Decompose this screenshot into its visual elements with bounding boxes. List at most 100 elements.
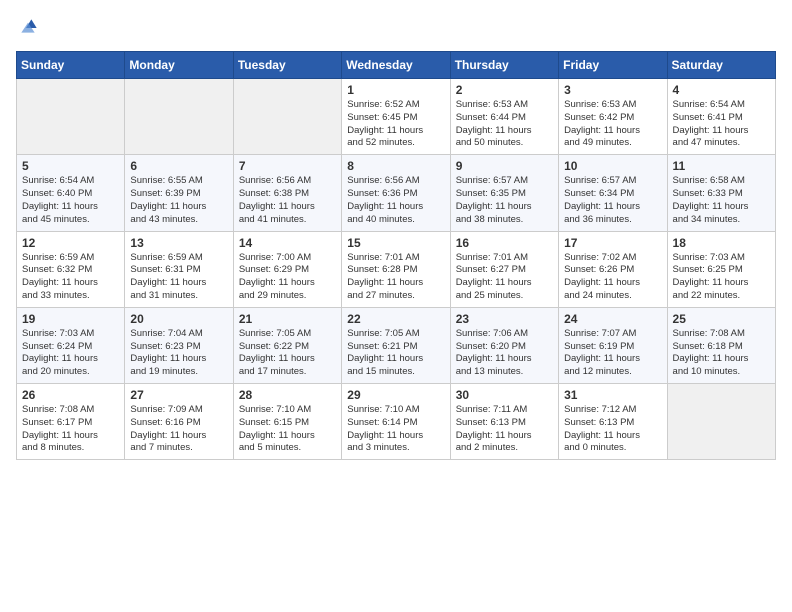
calendar-week-row: 12 Sunrise: 6:59 AM Sunset: 6:32 PM Dayli… xyxy=(17,231,776,307)
calendar-week-row: 19 Sunrise: 7:03 AM Sunset: 6:24 PM Dayli… xyxy=(17,307,776,383)
day-info: Sunrise: 7:03 AM Sunset: 6:24 PM Dayligh… xyxy=(22,328,119,379)
calendar-cell: 28 Sunrise: 7:10 AM Sunset: 6:15 PM Dayli… xyxy=(233,384,341,460)
calendar-cell: 31 Sunrise: 7:12 AM Sunset: 6:13 PM Dayli… xyxy=(559,384,667,460)
day-number: 20 xyxy=(130,312,227,326)
calendar-cell: 21Sunrise: 7:05 AM Sunset: 6:22 PM Dayli… xyxy=(233,307,341,383)
day-number: 3 xyxy=(564,83,661,97)
calendar-day-header: Thursday xyxy=(450,52,558,79)
calendar-cell xyxy=(17,79,125,155)
calendar-cell: 24Sunrise: 7:07 AM Sunset: 6:19 PM Dayli… xyxy=(559,307,667,383)
day-number: 26 xyxy=(22,388,119,402)
day-info: Sunrise: 6:57 AM Sunset: 6:35 PM Dayligh… xyxy=(456,175,553,226)
day-number: 1 xyxy=(347,83,444,97)
day-number: 21 xyxy=(239,312,336,326)
day-info: Sunrise: 6:56 AM Sunset: 6:38 PM Dayligh… xyxy=(239,175,336,226)
calendar-cell: 14 Sunrise: 7:00 AM Sunset: 6:29 PM Dayli… xyxy=(233,231,341,307)
calendar-cell: 9 Sunrise: 6:57 AM Sunset: 6:35 PM Daylig… xyxy=(450,155,558,231)
day-number: 18 xyxy=(673,236,770,250)
calendar-week-row: 5 Sunrise: 6:54 AM Sunset: 6:40 PM Daylig… xyxy=(17,155,776,231)
day-info: Sunrise: 7:03 AM Sunset: 6:25 PM Dayligh… xyxy=(673,252,770,303)
day-number: 29 xyxy=(347,388,444,402)
calendar-cell: 3Sunrise: 6:53 AM Sunset: 6:42 PM Daylig… xyxy=(559,79,667,155)
calendar-cell: 5 Sunrise: 6:54 AM Sunset: 6:40 PM Daylig… xyxy=(17,155,125,231)
calendar-cell: 22 Sunrise: 7:05 AM Sunset: 6:21 PM Dayli… xyxy=(342,307,450,383)
calendar-cell: 26 Sunrise: 7:08 AM Sunset: 6:17 PM Dayli… xyxy=(17,384,125,460)
calendar-cell: 10 Sunrise: 6:57 AM Sunset: 6:34 PM Dayli… xyxy=(559,155,667,231)
calendar-cell xyxy=(125,79,233,155)
logo xyxy=(16,16,38,41)
calendar-cell: 17Sunrise: 7:02 AM Sunset: 6:26 PM Dayli… xyxy=(559,231,667,307)
logo-icon xyxy=(18,16,38,36)
page-header xyxy=(16,16,776,41)
day-info: Sunrise: 6:52 AM Sunset: 6:45 PM Dayligh… xyxy=(347,99,444,150)
calendar-week-row: 26 Sunrise: 7:08 AM Sunset: 6:17 PM Dayli… xyxy=(17,384,776,460)
calendar-cell: 2 Sunrise: 6:53 AM Sunset: 6:44 PM Daylig… xyxy=(450,79,558,155)
day-info: Sunrise: 7:09 AM Sunset: 6:16 PM Dayligh… xyxy=(130,404,227,455)
day-number: 14 xyxy=(239,236,336,250)
day-info: Sunrise: 6:55 AM Sunset: 6:39 PM Dayligh… xyxy=(130,175,227,226)
calendar-cell: 25Sunrise: 7:08 AM Sunset: 6:18 PM Dayli… xyxy=(667,307,775,383)
calendar-cell: 8 Sunrise: 6:56 AM Sunset: 6:36 PM Daylig… xyxy=(342,155,450,231)
day-number: 9 xyxy=(456,159,553,173)
day-info: Sunrise: 7:12 AM Sunset: 6:13 PM Dayligh… xyxy=(564,404,661,455)
day-info: Sunrise: 7:11 AM Sunset: 6:13 PM Dayligh… xyxy=(456,404,553,455)
calendar-cell: 1 Sunrise: 6:52 AM Sunset: 6:45 PM Daylig… xyxy=(342,79,450,155)
day-number: 27 xyxy=(130,388,227,402)
calendar-day-header: Friday xyxy=(559,52,667,79)
calendar-cell xyxy=(233,79,341,155)
day-info: Sunrise: 7:05 AM Sunset: 6:21 PM Dayligh… xyxy=(347,328,444,379)
day-number: 30 xyxy=(456,388,553,402)
calendar-table: SundayMondayTuesdayWednesdayThursdayFrid… xyxy=(16,51,776,460)
day-number: 8 xyxy=(347,159,444,173)
calendar-cell: 20 Sunrise: 7:04 AM Sunset: 6:23 PM Dayli… xyxy=(125,307,233,383)
day-number: 22 xyxy=(347,312,444,326)
calendar-day-header: Tuesday xyxy=(233,52,341,79)
day-number: 6 xyxy=(130,159,227,173)
day-number: 17 xyxy=(564,236,661,250)
day-info: Sunrise: 7:00 AM Sunset: 6:29 PM Dayligh… xyxy=(239,252,336,303)
calendar-cell: 29 Sunrise: 7:10 AM Sunset: 6:14 PM Dayli… xyxy=(342,384,450,460)
day-number: 19 xyxy=(22,312,119,326)
calendar-cell: 23 Sunrise: 7:06 AM Sunset: 6:20 PM Dayli… xyxy=(450,307,558,383)
calendar-cell: 11Sunrise: 6:58 AM Sunset: 6:33 PM Dayli… xyxy=(667,155,775,231)
day-info: Sunrise: 7:07 AM Sunset: 6:19 PM Dayligh… xyxy=(564,328,661,379)
day-info: Sunrise: 7:04 AM Sunset: 6:23 PM Dayligh… xyxy=(130,328,227,379)
day-info: Sunrise: 6:54 AM Sunset: 6:41 PM Dayligh… xyxy=(673,99,770,150)
calendar-cell xyxy=(667,384,775,460)
day-info: Sunrise: 6:59 AM Sunset: 6:32 PM Dayligh… xyxy=(22,252,119,303)
calendar-cell: 6 Sunrise: 6:55 AM Sunset: 6:39 PM Daylig… xyxy=(125,155,233,231)
day-info: Sunrise: 6:56 AM Sunset: 6:36 PM Dayligh… xyxy=(347,175,444,226)
day-number: 31 xyxy=(564,388,661,402)
calendar-day-header: Saturday xyxy=(667,52,775,79)
day-info: Sunrise: 7:08 AM Sunset: 6:17 PM Dayligh… xyxy=(22,404,119,455)
calendar-cell: 12 Sunrise: 6:59 AM Sunset: 6:32 PM Dayli… xyxy=(17,231,125,307)
day-info: Sunrise: 7:10 AM Sunset: 6:14 PM Dayligh… xyxy=(347,404,444,455)
day-number: 23 xyxy=(456,312,553,326)
calendar-cell: 4Sunrise: 6:54 AM Sunset: 6:41 PM Daylig… xyxy=(667,79,775,155)
day-number: 28 xyxy=(239,388,336,402)
day-number: 10 xyxy=(564,159,661,173)
calendar-cell: 7Sunrise: 6:56 AM Sunset: 6:38 PM Daylig… xyxy=(233,155,341,231)
calendar-cell: 13 Sunrise: 6:59 AM Sunset: 6:31 PM Dayli… xyxy=(125,231,233,307)
day-number: 13 xyxy=(130,236,227,250)
calendar-day-header: Monday xyxy=(125,52,233,79)
day-info: Sunrise: 6:58 AM Sunset: 6:33 PM Dayligh… xyxy=(673,175,770,226)
day-info: Sunrise: 6:59 AM Sunset: 6:31 PM Dayligh… xyxy=(130,252,227,303)
calendar-day-header: Sunday xyxy=(17,52,125,79)
day-info: Sunrise: 6:54 AM Sunset: 6:40 PM Dayligh… xyxy=(22,175,119,226)
calendar-cell: 19 Sunrise: 7:03 AM Sunset: 6:24 PM Dayli… xyxy=(17,307,125,383)
day-info: Sunrise: 6:57 AM Sunset: 6:34 PM Dayligh… xyxy=(564,175,661,226)
calendar-week-row: 1 Sunrise: 6:52 AM Sunset: 6:45 PM Daylig… xyxy=(17,79,776,155)
day-info: Sunrise: 7:10 AM Sunset: 6:15 PM Dayligh… xyxy=(239,404,336,455)
day-number: 2 xyxy=(456,83,553,97)
day-info: Sunrise: 7:06 AM Sunset: 6:20 PM Dayligh… xyxy=(456,328,553,379)
day-number: 12 xyxy=(22,236,119,250)
day-number: 25 xyxy=(673,312,770,326)
calendar-header-row: SundayMondayTuesdayWednesdayThursdayFrid… xyxy=(17,52,776,79)
day-info: Sunrise: 6:53 AM Sunset: 6:44 PM Dayligh… xyxy=(456,99,553,150)
calendar-cell: 18 Sunrise: 7:03 AM Sunset: 6:25 PM Dayli… xyxy=(667,231,775,307)
day-number: 5 xyxy=(22,159,119,173)
day-info: Sunrise: 7:01 AM Sunset: 6:28 PM Dayligh… xyxy=(347,252,444,303)
day-number: 16 xyxy=(456,236,553,250)
calendar-cell: 30 Sunrise: 7:11 AM Sunset: 6:13 PM Dayli… xyxy=(450,384,558,460)
